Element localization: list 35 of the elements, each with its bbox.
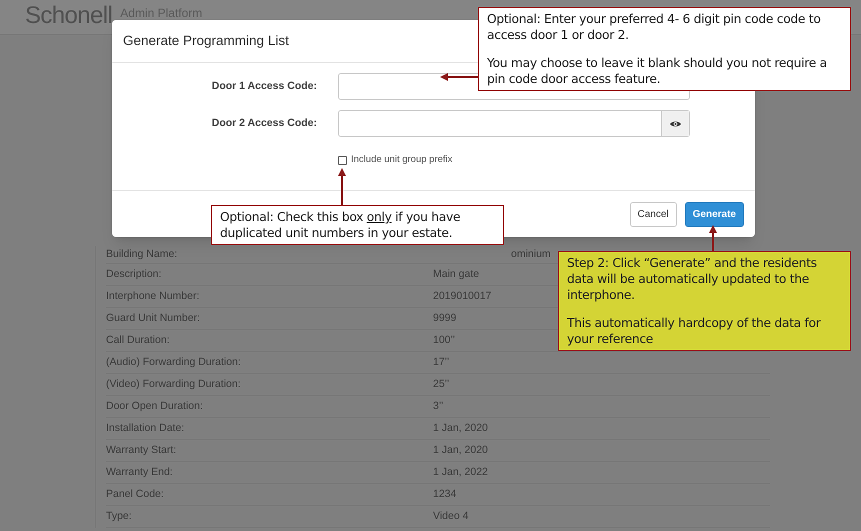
callout-text: You may choose to leave it blank should you not require a pin code door access feature. [487,55,828,87]
detail-label: Description: [106,266,162,282]
detail-label: Installation Date: [106,420,186,436]
detail-label: Panel Code: [106,486,165,502]
detail-label: (Video) Forwarding Duration: [106,376,242,392]
detail-value: 9999 [433,310,456,326]
checkbox-label: Include unit group prefix [351,153,452,167]
detail-label: Warranty Start: [106,442,178,458]
detail-value: 17’’ [433,354,450,370]
detail-label: (Audio) Forwarding Duration: [106,354,242,370]
detail-value: ominium [511,246,551,262]
detail-label: Type: [106,508,133,524]
detail-value: Main gate [433,266,480,282]
detail-label: Interphone Number: [106,288,200,304]
callout-text: Step 2: Click “Generate” and the residents data will be automatically updated to the interphone. [567,255,818,303]
detail-label: Building Name: [106,246,178,262]
callout-text: Optional: Enter your preferred 4- 6 digit pin code code to access door 1 or door 2. [487,11,822,43]
modal-title: Generate Programming List [123,32,289,50]
detail-value: 2019010017 [433,288,492,304]
detail-value: 3’’ [433,398,444,414]
callout-text: This automatically hardcopy of the data for your reference [567,315,822,347]
detail-label: Door Open Duration: [106,398,204,414]
detail-value: 100’’ [433,332,455,348]
detail-value: 1 Jan, 2020 [433,420,488,436]
detail-value: Video 4 [433,508,468,524]
detail-value: 1234 [433,486,456,502]
detail-label: Guard Unit Number: [106,310,201,326]
detail-label: Call Duration: [106,332,171,348]
detail-value: 25’’ [433,376,450,392]
detail-value: 1 Jan, 2020 [433,442,488,458]
field-label: Door 2 Access Code: [210,116,317,131]
detail-value: 1 Jan, 2022 [433,464,488,480]
detail-label: Warranty End: [106,464,174,480]
callout-text: Optional: Check this box only if you have duplicated unit numbers in your estate. [220,209,462,241]
field-label: Door 1 Access Code: [210,78,317,94]
